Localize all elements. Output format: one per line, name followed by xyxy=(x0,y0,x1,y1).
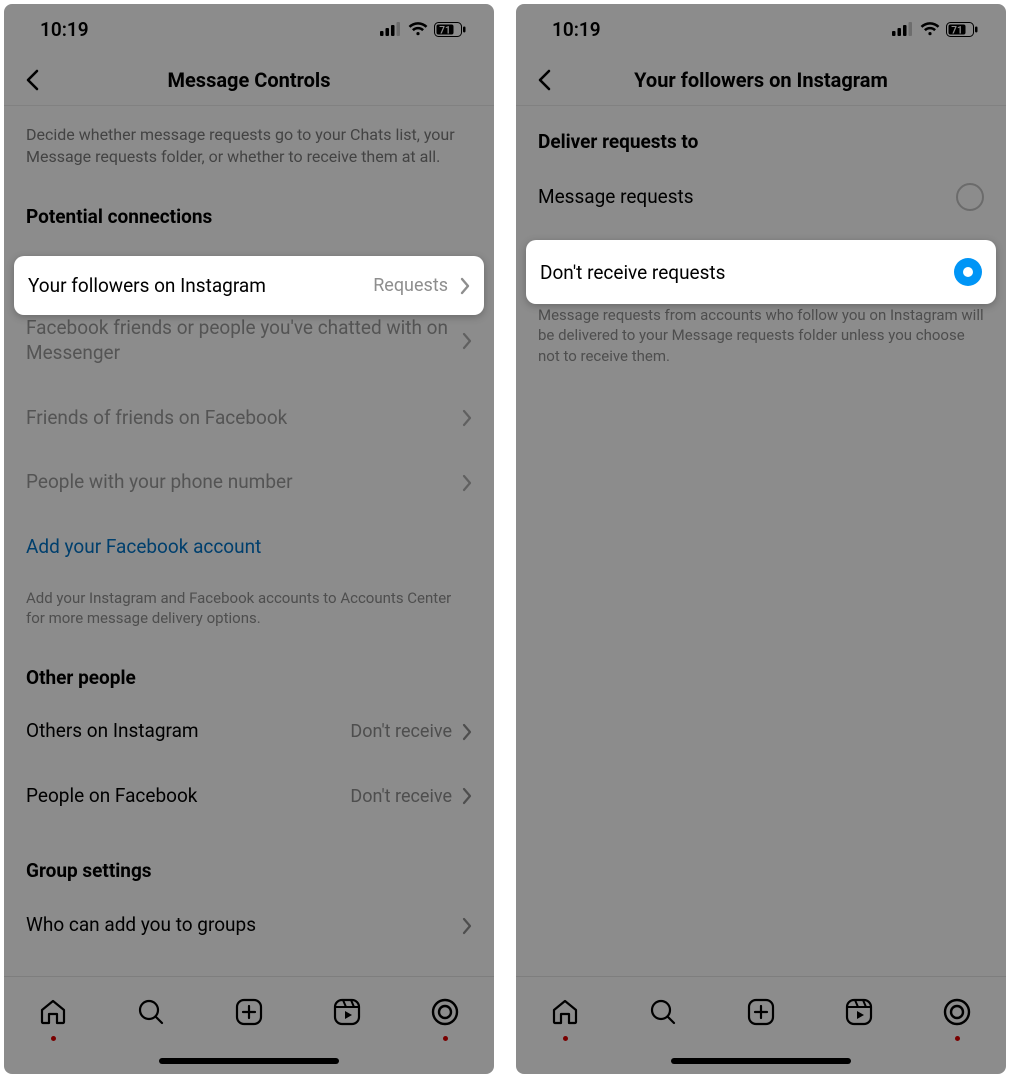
row-label: Facebook friends or people you've chatte… xyxy=(26,316,462,365)
row-followers-instagram[interactable]: Your followers on Instagram Requests xyxy=(14,256,484,315)
back-chevron-icon xyxy=(536,69,552,91)
row-label: People on Facebook xyxy=(26,784,350,809)
search-icon xyxy=(136,997,166,1027)
row-label: Friends of friends on Facebook xyxy=(26,406,462,431)
wifi-icon xyxy=(408,22,428,36)
status-bar: 10:19 71 xyxy=(4,4,494,54)
nav-header: Message Controls xyxy=(4,54,494,106)
battery-icon: 71 xyxy=(946,22,978,37)
home-icon xyxy=(38,997,68,1027)
tab-bar xyxy=(4,976,494,1074)
tab-profile[interactable] xyxy=(936,991,978,1033)
status-right: 71 xyxy=(380,22,466,37)
row-label: Others on Instagram xyxy=(26,719,350,744)
tab-bar xyxy=(516,976,1006,1074)
row-value: Requests xyxy=(373,275,448,296)
status-bar: 10:19 71 xyxy=(516,4,1006,54)
notification-dot xyxy=(563,1036,568,1041)
tab-reels[interactable] xyxy=(326,991,368,1033)
row-value: Don't receive xyxy=(350,786,452,807)
cellular-icon xyxy=(380,22,402,36)
tab-create[interactable] xyxy=(228,991,270,1033)
tab-create[interactable] xyxy=(740,991,782,1033)
add-facebook-row[interactable]: Add your Facebook account xyxy=(4,515,494,578)
section-deliver-to: Deliver requests to xyxy=(516,106,1006,163)
add-facebook-link[interactable]: Add your Facebook account xyxy=(26,535,261,558)
row-phone-number[interactable]: People with your phone number xyxy=(4,450,494,515)
nav-header: Your followers on Instagram xyxy=(516,54,1006,106)
home-icon xyxy=(550,997,580,1027)
section-other-people: Other people xyxy=(4,636,494,699)
chevron-right-icon xyxy=(462,409,472,427)
tab-home[interactable] xyxy=(32,991,74,1033)
status-right: 71 xyxy=(892,22,978,37)
section-group-settings: Group settings xyxy=(4,829,494,892)
back-chevron-icon xyxy=(24,69,40,91)
plus-square-icon xyxy=(746,997,776,1027)
chevron-right-icon xyxy=(462,474,472,492)
wifi-icon xyxy=(920,22,940,36)
page-title: Message Controls xyxy=(4,68,494,92)
notification-dot xyxy=(443,1036,448,1041)
phone-right: 10:19 71 Your followers on Instagram Del… xyxy=(516,4,1006,1074)
home-indicator xyxy=(159,1058,339,1064)
phone-left: 10:19 71 Message Controls Decide whether… xyxy=(4,4,494,1074)
svg-text:71: 71 xyxy=(951,25,962,36)
content: Decide whether message requests go to yo… xyxy=(4,106,494,948)
chevron-right-icon xyxy=(460,277,470,295)
section-potential-connections: Potential connections xyxy=(4,175,494,238)
notification-dot xyxy=(955,1036,960,1041)
chevron-right-icon xyxy=(462,787,472,805)
chevron-right-icon xyxy=(462,917,472,935)
home-indicator xyxy=(671,1058,851,1064)
search-icon xyxy=(648,997,678,1027)
row-label: Your followers on Instagram xyxy=(28,274,266,297)
status-time: 10:19 xyxy=(552,18,601,41)
tab-profile[interactable] xyxy=(424,991,466,1033)
plus-square-icon xyxy=(234,997,264,1027)
option-label: Message requests xyxy=(538,185,956,210)
option-message-requests[interactable]: Message requests xyxy=(516,163,1006,231)
chevron-right-icon xyxy=(462,332,472,350)
profile-icon xyxy=(430,997,460,1027)
option-dont-receive[interactable]: Don't receive requests xyxy=(526,240,996,304)
row-label: Who can add you to groups xyxy=(26,913,462,938)
row-value: Don't receive xyxy=(350,721,452,742)
tab-home[interactable] xyxy=(544,991,586,1033)
status-time: 10:19 xyxy=(40,18,89,41)
back-button[interactable] xyxy=(522,58,566,102)
row-label: People with your phone number xyxy=(26,470,462,495)
row-group-add[interactable]: Who can add you to groups xyxy=(4,892,494,948)
page-title: Your followers on Instagram xyxy=(516,68,1006,92)
reels-icon xyxy=(332,997,362,1027)
battery-icon: 71 xyxy=(434,22,466,37)
notification-dot xyxy=(51,1036,56,1041)
svg-text:71: 71 xyxy=(439,25,450,36)
reels-icon xyxy=(844,997,874,1027)
chevron-right-icon xyxy=(462,723,472,741)
back-button[interactable] xyxy=(10,58,54,102)
cellular-icon xyxy=(892,22,914,36)
option-label: Don't receive requests xyxy=(540,261,725,284)
add-facebook-desc: Add your Instagram and Facebook accounts… xyxy=(4,578,494,637)
row-friends-of-friends[interactable]: Friends of friends on Facebook xyxy=(4,386,494,451)
tab-search[interactable] xyxy=(130,991,172,1033)
tab-reels[interactable] xyxy=(838,991,880,1033)
radio-unselected-icon xyxy=(956,183,984,211)
tab-search[interactable] xyxy=(642,991,684,1033)
profile-icon xyxy=(942,997,972,1027)
row-others-instagram[interactable]: Others on Instagram Don't receive xyxy=(4,699,494,764)
intro-text: Decide whether message requests go to yo… xyxy=(4,106,494,175)
radio-selected-icon xyxy=(954,258,982,286)
row-people-facebook[interactable]: People on Facebook Don't receive xyxy=(4,764,494,829)
